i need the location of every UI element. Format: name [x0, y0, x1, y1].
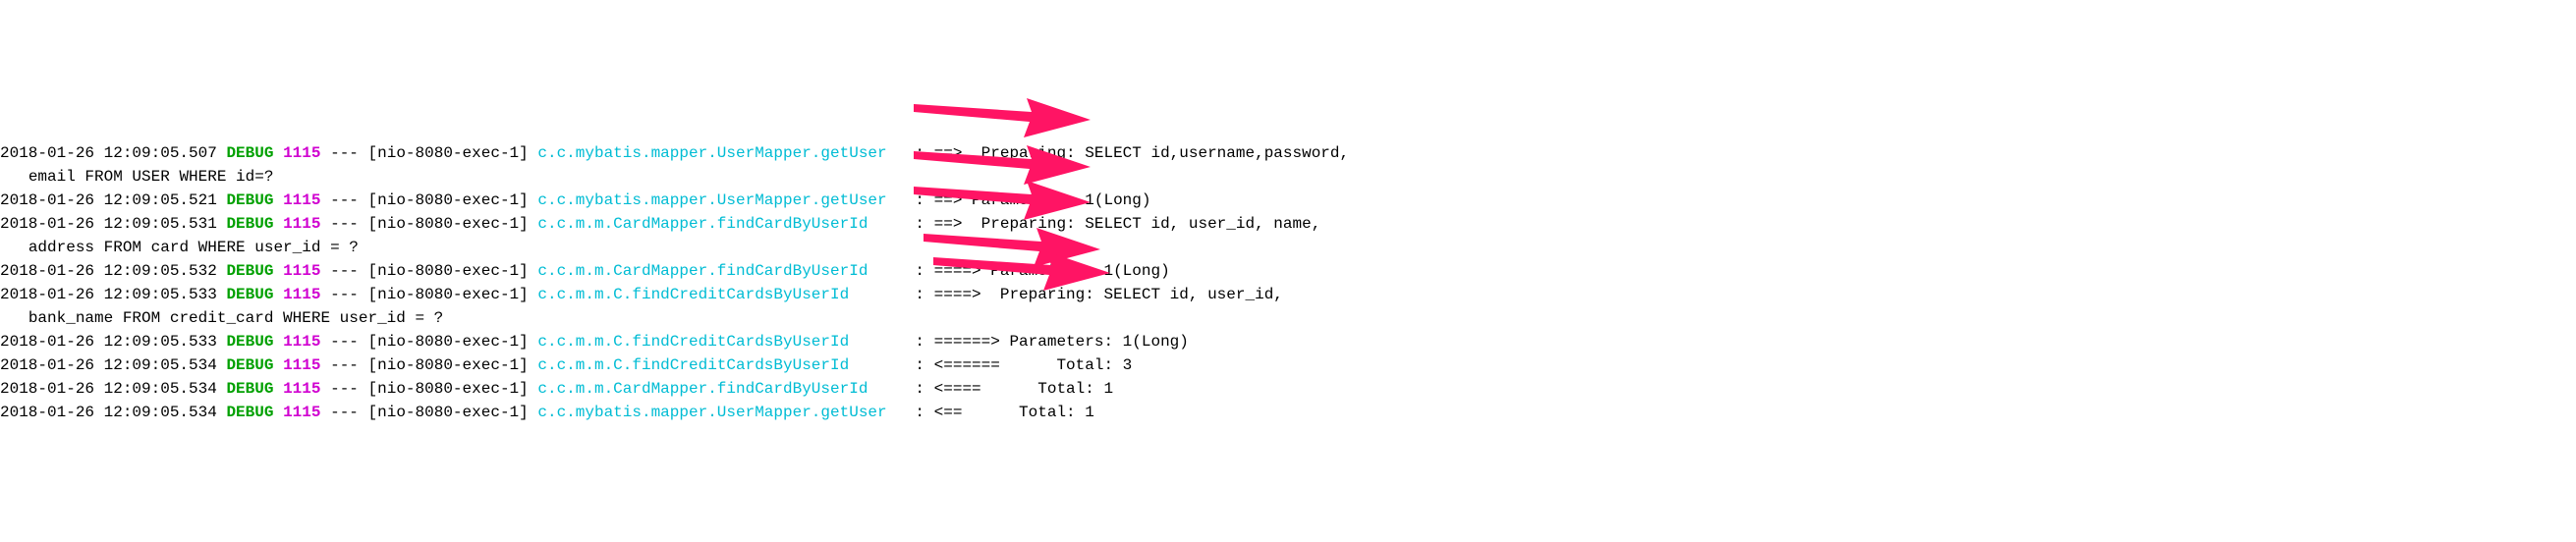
log-line-continuation: email FROM USER WHERE id=?: [0, 165, 2576, 189]
separator: ---: [330, 404, 359, 421]
log-line-continuation: address FROM card WHERE user_id = ?: [0, 236, 2576, 259]
log-level: DEBUG: [226, 356, 273, 374]
logger-name: c.c.mybatis.mapper.UserMapper.getUser: [537, 404, 886, 421]
logger-name: c.c.m.m.C.findCreditCardsByUserId: [537, 286, 849, 303]
thread-name: [nio-8080-exec-1]: [368, 380, 529, 398]
logger-name: c.c.m.m.CardMapper.findCardByUserId: [537, 215, 868, 233]
log-message-continuation: bank_name FROM credit_card WHERE user_id…: [19, 309, 443, 327]
log-line: 2018-01-26 12:09:05.534 DEBUG 1115 --- […: [0, 401, 2576, 424]
logger-name: c.c.mybatis.mapper.UserMapper.getUser: [537, 144, 886, 162]
log-line: 2018-01-26 12:09:05.533 DEBUG 1115 --- […: [0, 330, 2576, 353]
timestamp: 2018-01-26 12:09:05.507: [0, 144, 217, 162]
log-message: : <====== Total: 3: [849, 356, 1132, 374]
pid: 1115: [283, 333, 320, 351]
separator: ---: [330, 191, 359, 209]
thread-name: [nio-8080-exec-1]: [368, 262, 529, 280]
log-line: 2018-01-26 12:09:05.533 DEBUG 1115 --- […: [0, 283, 2576, 306]
log-line: 2018-01-26 12:09:05.534 DEBUG 1115 --- […: [0, 353, 2576, 377]
separator: ---: [330, 144, 359, 162]
log-message: : <==== Total: 1: [868, 380, 1113, 398]
logger-name: c.c.m.m.CardMapper.findCardByUserId: [537, 380, 868, 398]
timestamp: 2018-01-26 12:09:05.534: [0, 356, 217, 374]
thread-name: [nio-8080-exec-1]: [368, 215, 529, 233]
timestamp: 2018-01-26 12:09:05.534: [0, 404, 217, 421]
logger-name: c.c.mybatis.mapper.UserMapper.getUser: [537, 191, 886, 209]
log-message: : ======> Parameters: 1(Long): [849, 333, 1189, 351]
log-line-continuation: bank_name FROM credit_card WHERE user_id…: [0, 306, 2576, 330]
thread-name: [nio-8080-exec-1]: [368, 333, 529, 351]
log-message: : ====> Parameters: 1(Long): [868, 262, 1169, 280]
separator: ---: [330, 333, 359, 351]
thread-name: [nio-8080-exec-1]: [368, 404, 529, 421]
annotation-arrow-icon: [914, 98, 1091, 137]
log-line: 2018-01-26 12:09:05.532 DEBUG 1115 --- […: [0, 259, 2576, 283]
logger-name: c.c.m.m.C.findCreditCardsByUserId: [537, 356, 849, 374]
timestamp: 2018-01-26 12:09:05.532: [0, 262, 217, 280]
log-level: DEBUG: [226, 262, 273, 280]
log-output: 2018-01-26 12:09:05.507 DEBUG 1115 --- […: [0, 94, 2576, 424]
log-line: 2018-01-26 12:09:05.507 DEBUG 1115 --- […: [0, 141, 2576, 165]
separator: ---: [330, 262, 359, 280]
logger-name: c.c.m.m.CardMapper.findCardByUserId: [537, 262, 868, 280]
thread-name: [nio-8080-exec-1]: [368, 144, 529, 162]
pid: 1115: [283, 380, 320, 398]
timestamp: 2018-01-26 12:09:05.521: [0, 191, 217, 209]
pid: 1115: [283, 144, 320, 162]
separator: ---: [330, 215, 359, 233]
pid: 1115: [283, 191, 320, 209]
log-message: : ====> Preparing: SELECT id, user_id,: [849, 286, 1283, 303]
pid: 1115: [283, 215, 320, 233]
log-level: DEBUG: [226, 191, 273, 209]
log-line: 2018-01-26 12:09:05.521 DEBUG 1115 --- […: [0, 189, 2576, 212]
log-message-continuation: address FROM card WHERE user_id = ?: [19, 239, 359, 256]
log-message: : ==> Preparing: SELECT id,username,pass…: [887, 144, 1349, 162]
pid: 1115: [283, 286, 320, 303]
log-level: DEBUG: [226, 380, 273, 398]
log-message: : <== Total: 1: [887, 404, 1094, 421]
log-level: DEBUG: [226, 404, 273, 421]
logger-name: c.c.m.m.C.findCreditCardsByUserId: [537, 333, 849, 351]
timestamp: 2018-01-26 12:09:05.531: [0, 215, 217, 233]
log-line: 2018-01-26 12:09:05.531 DEBUG 1115 --- […: [0, 212, 2576, 236]
thread-name: [nio-8080-exec-1]: [368, 356, 529, 374]
pid: 1115: [283, 356, 320, 374]
log-level: DEBUG: [226, 215, 273, 233]
separator: ---: [330, 356, 359, 374]
log-message: : ==> Preparing: SELECT id, user_id, nam…: [868, 215, 1320, 233]
log-message-continuation: email FROM USER WHERE id=?: [19, 168, 273, 186]
log-level: DEBUG: [226, 333, 273, 351]
log-level: DEBUG: [226, 144, 273, 162]
timestamp: 2018-01-26 12:09:05.534: [0, 380, 217, 398]
thread-name: [nio-8080-exec-1]: [368, 286, 529, 303]
timestamp: 2018-01-26 12:09:05.533: [0, 333, 217, 351]
log-level: DEBUG: [226, 286, 273, 303]
thread-name: [nio-8080-exec-1]: [368, 191, 529, 209]
separator: ---: [330, 380, 359, 398]
pid: 1115: [283, 262, 320, 280]
log-message: : ==> Parameters: 1(Long): [887, 191, 1151, 209]
separator: ---: [330, 286, 359, 303]
log-line: 2018-01-26 12:09:05.534 DEBUG 1115 --- […: [0, 377, 2576, 401]
pid: 1115: [283, 404, 320, 421]
timestamp: 2018-01-26 12:09:05.533: [0, 286, 217, 303]
